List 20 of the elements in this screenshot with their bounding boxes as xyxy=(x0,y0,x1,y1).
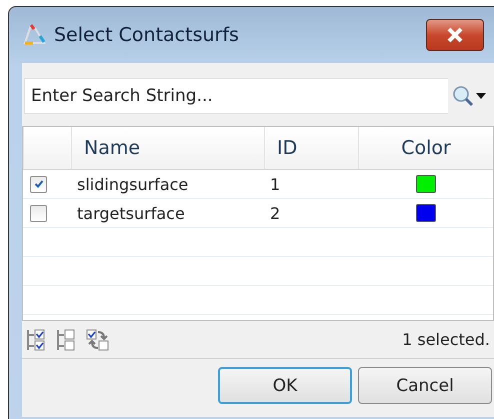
close-icon xyxy=(445,26,465,44)
invert-selection-icon[interactable] xyxy=(86,328,110,352)
column-header[interactable]: Name xyxy=(71,127,264,169)
search-field[interactable]: Enter Search String... xyxy=(24,78,448,114)
dialog-button[interactable]: OK xyxy=(218,367,352,404)
table-cell-text: slidingsurface xyxy=(76,174,190,194)
checkmark-icon xyxy=(34,179,44,189)
window-title: Select Contactsurfs xyxy=(54,24,240,46)
selection-count: 1 selected. xyxy=(402,330,490,349)
column-header[interactable]: ID xyxy=(264,127,358,169)
checkbox[interactable] xyxy=(30,204,47,222)
dialog-button[interactable]: Cancel xyxy=(358,367,492,404)
column-header[interactable]: Color xyxy=(358,127,493,169)
table-cell-text: 2 xyxy=(269,204,282,222)
dropdown-caret-icon[interactable] xyxy=(476,93,486,99)
close-button[interactable] xyxy=(426,19,484,51)
table-cell-text: 1 xyxy=(269,174,282,194)
search-icon[interactable] xyxy=(452,85,474,107)
checkbox[interactable] xyxy=(30,176,47,192)
table-cell-text: targetsurface xyxy=(76,204,186,222)
